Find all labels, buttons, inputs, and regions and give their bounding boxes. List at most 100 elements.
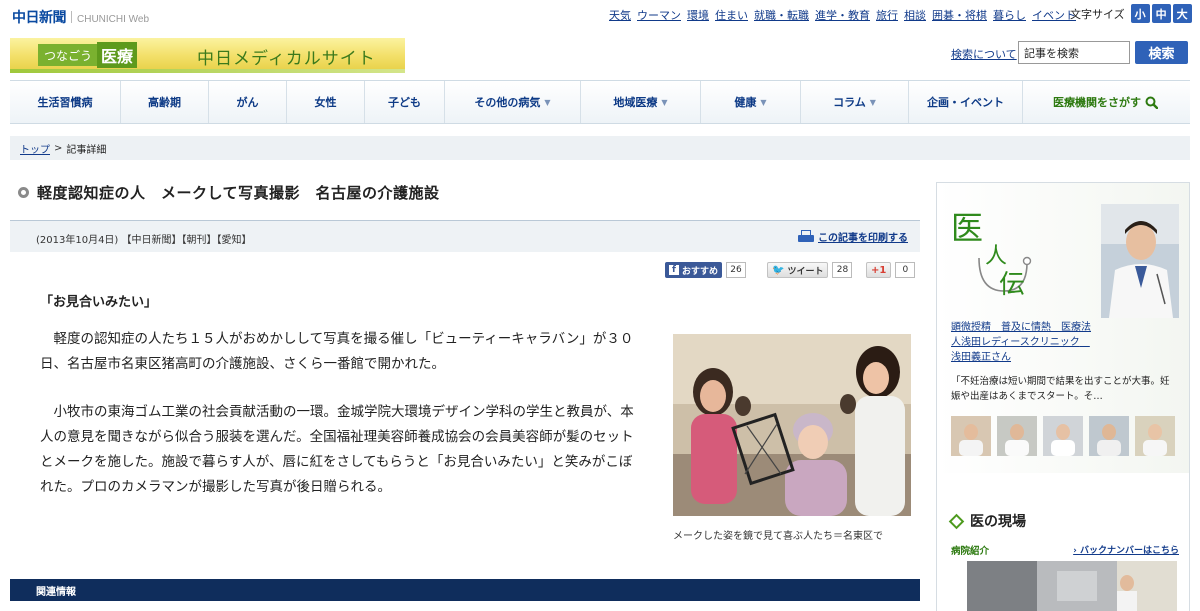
- facebook-icon: f: [669, 265, 679, 275]
- print-link[interactable]: この記事を印刷する: [798, 229, 908, 244]
- photo-illustration: [673, 334, 911, 516]
- brand-tagline: つなごう: [38, 44, 99, 66]
- article-headline: 軽度認知症の人 メークして写真撮影 名古屋の介護施設: [18, 182, 440, 203]
- ijin-den-article-link[interactable]: 顕微授精 普及に情熱 医療法人浅田レディースクリニック 浅田義正さん: [951, 320, 1099, 365]
- hospital-photo[interactable]: [967, 561, 1177, 611]
- genba-title: 医の現場: [970, 514, 1026, 530]
- nav-item-label: コラム: [833, 96, 866, 109]
- photo-caption: メークした姿を鏡で見て喜ぶ人たち＝名東区で: [673, 531, 883, 542]
- tweet-button[interactable]: 🐦 ツイート: [767, 262, 829, 278]
- nav-item-label: 企画・イベント: [927, 96, 1004, 109]
- diamond-icon: [948, 513, 965, 529]
- chevron-right-icon: ›: [1073, 546, 1080, 556]
- article-paragraph: 小牧市の東海ゴム工業の社会貢献活動の一環。金城学院大環境デザイン学科の学生と教員…: [40, 404, 634, 495]
- top-link-travel[interactable]: 旅行: [876, 7, 898, 23]
- nav-item-women[interactable]: 女性: [286, 81, 364, 123]
- nav-item-events[interactable]: 企画・イベント: [908, 81, 1022, 123]
- ijin-char: 人: [985, 244, 1007, 269]
- logo-sub-text: CHUNICHI Web: [77, 14, 150, 25]
- thumbnail-image[interactable]: [997, 416, 1037, 456]
- chevron-down-icon: ▼: [760, 97, 767, 107]
- top-bar: 中日新聞 CHUNICHI Web 天気 ウーマン 環境 住まい 就職・転職 進…: [0, 0, 1200, 28]
- ijin-char: 伝: [999, 270, 1025, 298]
- main-nav: 生活習慣病 高齢期 がん 女性 子ども その他の病気 ▼ 地域医療 ▼ 健康 ▼…: [10, 80, 1190, 124]
- ijin-char: 医: [951, 209, 983, 247]
- article-photo[interactable]: [673, 334, 911, 516]
- article-info-bar: (2013年10月4日) 【中日新聞】【朝刊】【愛知】 この記事を印刷する: [10, 220, 920, 252]
- twitter-bird-icon: 🐦: [772, 264, 785, 276]
- thumbnail-image[interactable]: [1135, 416, 1175, 456]
- top-link-weather[interactable]: 天気: [609, 7, 631, 23]
- font-size-switcher: 文字サイズ 小 中 大: [1070, 4, 1192, 23]
- top-links: 天気 ウーマン 環境 住まい 就職・転職 進学・教育 旅行 相談 囲碁・将棋 暮…: [609, 7, 1076, 23]
- facebook-count: 26: [726, 262, 747, 278]
- top-link-consult[interactable]: 相談: [904, 7, 926, 23]
- top-link-education[interactable]: 進学・教育: [815, 7, 870, 23]
- search-icon: [1145, 96, 1158, 109]
- facebook-share: f おすすめ 26: [665, 262, 747, 278]
- font-size-small-button[interactable]: 小: [1130, 4, 1150, 23]
- nav-item-label: 高齢期: [148, 96, 181, 109]
- nav-item-regional-medicine[interactable]: 地域医療 ▼: [580, 81, 700, 123]
- site-header: つなごう 医療 中日メディカルサイト 検索について 検索: [0, 28, 1200, 78]
- logo-divider: [71, 11, 72, 23]
- tweet-count: 28: [832, 262, 853, 278]
- article-title: 軽度認知症の人 メークして写真撮影 名古屋の介護施設: [37, 184, 440, 202]
- gplus-share: +1 0: [866, 262, 916, 278]
- facebook-like-button[interactable]: f おすすめ: [665, 262, 723, 278]
- nav-item-other-diseases[interactable]: その他の病気 ▼: [444, 81, 580, 123]
- nav-item-health[interactable]: 健康 ▼: [700, 81, 800, 123]
- gplus-count: 0: [895, 262, 916, 278]
- top-link-living[interactable]: 暮らし: [993, 7, 1026, 23]
- ijin-den-feature[interactable]: 医 人 伝 顕微授精 普及に情熱 医療法人浅田レディースクリニック 浅田義正さん…: [937, 183, 1189, 473]
- thumbnail-image[interactable]: [951, 416, 991, 456]
- font-size-label: 文字サイズ: [1070, 7, 1125, 21]
- top-link-housing[interactable]: 住まい: [715, 7, 748, 23]
- top-link-go-shogi[interactable]: 囲碁・将棋: [932, 7, 987, 23]
- nav-item-label: 医療機関をさがす: [1053, 96, 1141, 109]
- nav-item-cancer[interactable]: がん: [208, 81, 286, 123]
- article-meta: (2013年10月4日) 【中日新聞】【朝刊】【愛知】: [36, 235, 252, 246]
- font-size-medium-button[interactable]: 中: [1151, 4, 1171, 23]
- article-lead: 「お見合いみたい」: [40, 295, 158, 310]
- search-input[interactable]: [1018, 41, 1130, 64]
- breadcrumb-top-link[interactable]: トップ: [20, 141, 50, 156]
- doctor-portrait: [1101, 204, 1179, 318]
- twitter-share: 🐦 ツイート 28: [767, 262, 853, 278]
- nav-item-label: がん: [236, 96, 259, 109]
- brand-banner[interactable]: つなごう 医療 中日メディカルサイト: [10, 38, 405, 70]
- breadcrumb: トップ > 記事詳細: [10, 136, 1190, 160]
- nav-item-lifestyle-disease[interactable]: 生活習慣病: [10, 81, 120, 123]
- font-size-large-button[interactable]: 大: [1172, 4, 1192, 23]
- search-help-link[interactable]: 検索について: [951, 46, 1017, 62]
- tweet-label: ツイート: [787, 266, 824, 277]
- top-link-woman[interactable]: ウーマン: [637, 7, 681, 23]
- nav-item-find-hospital[interactable]: 医療機関をさがす: [1022, 81, 1188, 123]
- thumbnail-image[interactable]: [1043, 416, 1083, 456]
- headline-bullet-icon: [18, 187, 29, 198]
- facebook-label: おすすめ: [682, 266, 719, 277]
- nav-item-column[interactable]: コラム ▼: [800, 81, 908, 123]
- top-link-jobs[interactable]: 就職・転職: [754, 7, 809, 23]
- breadcrumb-separator: >: [54, 142, 63, 154]
- search-button[interactable]: 検索: [1135, 41, 1188, 64]
- thumbnail-image[interactable]: [1089, 416, 1129, 456]
- brand-mark: 医療: [97, 42, 138, 68]
- chevron-down-icon: ▼: [544, 97, 551, 107]
- nav-item-label: 生活習慣病: [37, 96, 93, 109]
- nav-item-label: その他の病気: [474, 96, 541, 109]
- site-logo[interactable]: 中日新聞 CHUNICHI Web: [12, 7, 149, 27]
- chevron-down-icon: ▼: [661, 97, 668, 107]
- top-link-environment[interactable]: 環境: [687, 7, 709, 23]
- printer-icon: [798, 229, 814, 244]
- nav-item-label: 女性: [314, 96, 337, 109]
- backnumber-link[interactable]: › バックナンバーはこちら: [1073, 543, 1179, 556]
- gplus-button[interactable]: +1: [866, 262, 892, 278]
- gplus-label: +1: [871, 264, 887, 276]
- nav-item-children[interactable]: 子ども: [364, 81, 444, 123]
- nav-item-elderly[interactable]: 高齢期: [120, 81, 208, 123]
- hospital-intro-label: 病院紹介: [951, 546, 990, 557]
- iryo-genba-heading: 医の現場: [948, 511, 1026, 531]
- ijin-den-quote: 「不妊治療は短い期間で結果を出すことが大事。妊娠や出産はあくまでスタート。そ…: [951, 376, 1170, 402]
- backnumber-label: バックナンバーはこちら: [1079, 546, 1179, 556]
